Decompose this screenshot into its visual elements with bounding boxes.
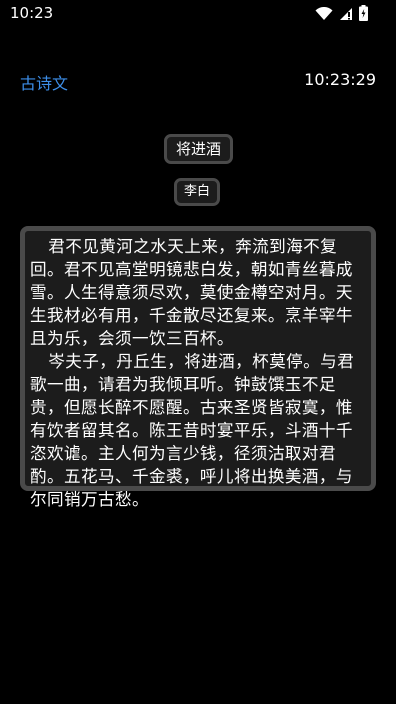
clock-display: 10:23:29: [304, 70, 376, 89]
battery-icon: [359, 5, 368, 25]
status-icons: [315, 5, 368, 25]
poem-title: 将进酒: [164, 134, 234, 164]
wifi-icon: [315, 6, 333, 25]
poem-text-panel: 君不见黄河之水天上来，奔流到海不复回。君不见高堂明镜悲白发，朝如青丝暮成雪。人生…: [20, 226, 376, 509]
app-title[interactable]: 古诗文: [20, 70, 68, 94]
status-bar: 10:23: [0, 0, 396, 28]
poem-author: 李白: [174, 178, 221, 206]
poem-paragraph: 君不见黄河之水天上来，奔流到海不复回。君不见高堂明镜悲白发，朝如青丝暮成雪。人生…: [30, 237, 353, 348]
app-header: 古诗文 10:23:29: [0, 68, 396, 94]
signal-icon: [339, 6, 353, 25]
poem-paragraph: 岑夫子，丹丘生，将进酒，杯莫停。与君歌一曲，请君为我倾耳听。钟鼓馔玉不足贵，但愿…: [30, 352, 355, 509]
status-time: 10:23: [10, 4, 54, 22]
